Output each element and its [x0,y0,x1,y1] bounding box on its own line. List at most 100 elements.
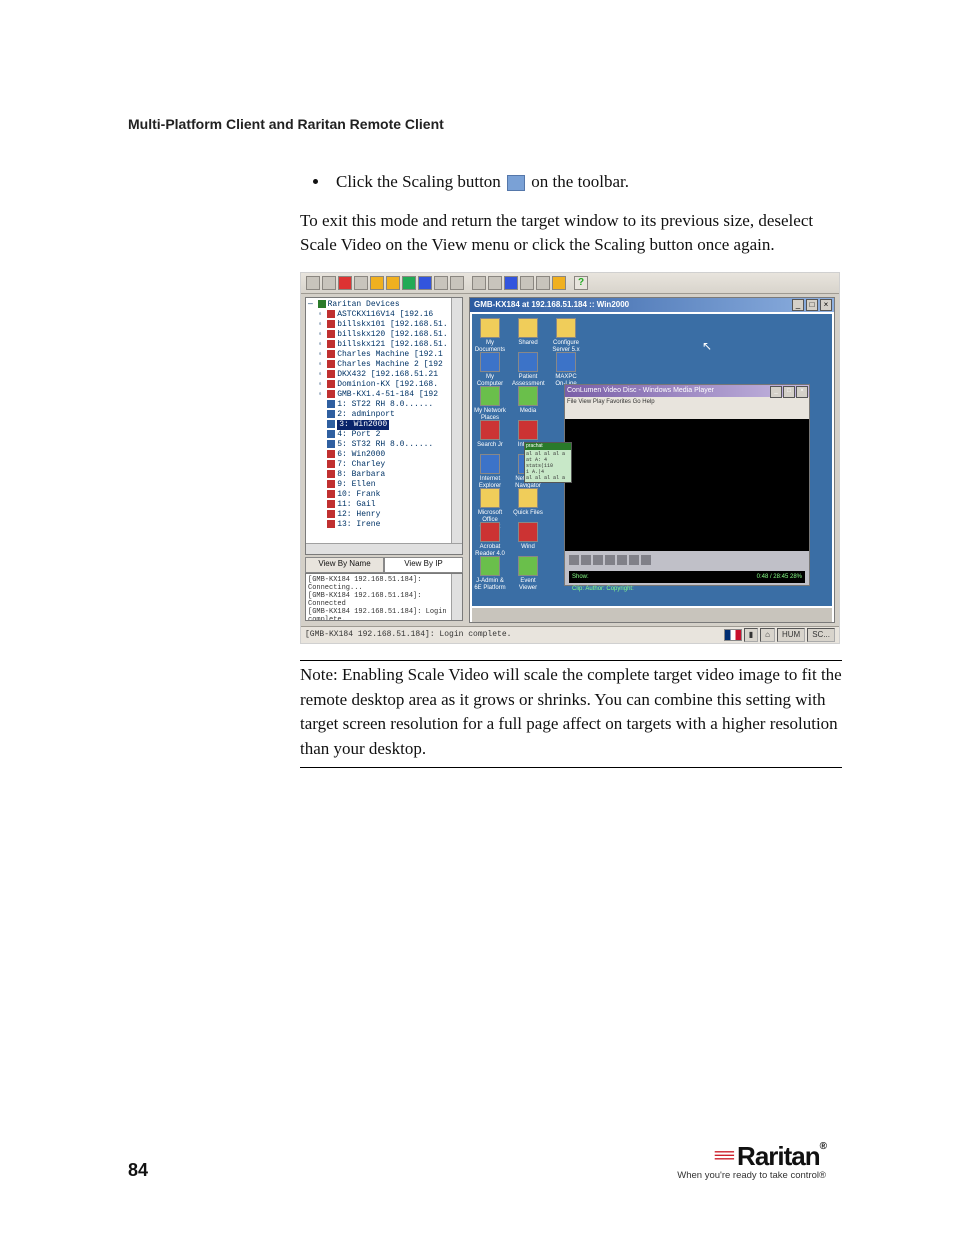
desktop-icon[interactable]: My Network Places [474,386,506,422]
statusbar: [GMB-KX184 192.168.51.184]: Login comple… [301,626,839,643]
help-icon[interactable]: ? [574,276,588,290]
media-player-window[interactable]: ConLumen Video Disc - Windows Media Play… [564,384,810,586]
desktop-icon[interactable]: My Documents [474,318,506,354]
remote-desktop[interactable]: My DocumentsMy ComputerMy Network Places… [472,314,832,606]
app-icon [556,318,576,338]
toolbar-button[interactable] [520,276,534,290]
minimize-icon[interactable]: _ [792,299,804,311]
toolbar-button[interactable] [402,276,416,290]
desktop-icon[interactable]: Quick Files [512,488,544,517]
toolbar-button[interactable] [536,276,550,290]
scrollbar-vertical[interactable] [451,574,462,620]
status-sc: SC... [807,628,835,642]
toolbar-button[interactable] [322,276,336,290]
desktop-icon[interactable]: J-Admin & 6E Platform [474,556,506,592]
paragraph-exit: To exit this mode and return the target … [300,209,842,258]
scrollbar-horizontal[interactable] [306,543,462,554]
toolbar-button[interactable] [370,276,384,290]
device-tree[interactable]: — Raritan Devices ◦ ASTCKX116V14 [192.16… [305,297,463,555]
toolbar-button[interactable] [552,276,566,290]
page-footer: 84 ≡≡ Raritan® When you're ready to take… [128,1141,826,1181]
prev-icon[interactable] [605,555,615,565]
desktop-icon[interactable]: MAXPC On-Line [550,352,582,388]
desktop-icon[interactable]: Patient Assessment [512,352,544,388]
pause-icon[interactable] [581,555,591,565]
media-info-author: Author: [585,586,604,592]
scrollbar-vertical[interactable] [451,298,462,554]
status-message: [GMB-KX184 192.168.51.184]: Login comple… [305,627,511,643]
toolbar-button[interactable] [354,276,368,290]
app-icon [480,522,500,542]
bullet-text-post: on the toolbar. [531,172,629,191]
toolbar-button[interactable] [488,276,502,290]
toolbar-button[interactable] [472,276,486,290]
status-indicator: ▮ [744,628,758,642]
play-icon[interactable] [569,555,579,565]
desktop-icon[interactable]: Media [512,386,544,415]
stop-icon[interactable] [593,555,603,565]
maximize-icon[interactable]: □ [806,299,818,311]
desktop-icon[interactable]: Shared [512,318,544,347]
toolbar-button[interactable] [386,276,400,290]
media-video-area [565,419,809,551]
desktop-icon[interactable]: My Computer [474,352,506,388]
media-menubar[interactable]: File View Play Favorites Go Help [565,397,809,407]
page-number: 84 [128,1160,148,1181]
desktop-icon[interactable]: Configure Server 5.x [550,318,582,354]
next-icon[interactable] [641,555,651,565]
small-window[interactable]: prachat al al al al aat A: 4stats(1101 A… [524,442,572,483]
view-tabs: View By Name View By IP [305,557,463,573]
forward-icon[interactable] [629,555,639,565]
window-titlebar: GMB-KX184 at 192.168.51.184 :: Win2000 ×… [470,298,834,312]
remote-taskbar[interactable] [472,607,832,622]
scaling-icon [507,175,525,191]
maximize-icon[interactable]: □ [783,386,795,398]
media-controls: Show: Clip: Author: Copyright: 0:48 / 28… [565,551,809,585]
small-window-title: prachat [525,443,571,450]
cursor-icon: ↖ [702,340,712,354]
desktop-icon[interactable]: Event Viewer [512,556,544,592]
toolbar-button[interactable] [434,276,448,290]
desktop-icon[interactable]: Acrobat Reader 4.0 [474,522,506,558]
main-content: Click the Scaling button on the toolbar.… [300,170,842,768]
media-info-clip: Clip: [572,586,584,592]
rewind-icon[interactable] [617,555,627,565]
divider [300,767,842,768]
toolbar-button[interactable] [450,276,464,290]
app-screenshot: ? — Raritan Devices ◦ ASTCKX116V14 [192.… [300,272,840,644]
logo-icon: ≡≡ [714,1145,733,1168]
close-icon[interactable]: × [796,386,808,398]
app-icon [518,386,538,406]
bullet-item: Click the Scaling button on the toolbar. [330,170,842,195]
app-icon [480,488,500,508]
toolbar-button[interactable] [418,276,432,290]
desktop-icon[interactable]: Internet Explorer [474,454,506,490]
status-indicator: ⌂ [760,628,775,642]
desktop-icon[interactable]: Wind [512,522,544,551]
toolbar-button[interactable] [504,276,518,290]
app-icon [518,352,538,372]
toolbar-button[interactable] [338,276,352,290]
note-text: Note: Enabling Scale Video will scale th… [300,663,842,762]
app-icon [518,556,538,576]
media-info-time: 0:48 / 28:45 28% [757,571,802,583]
app-icon [480,556,500,576]
app-icon [518,522,538,542]
app-icon [480,420,500,440]
divider [300,660,842,661]
minimize-icon[interactable]: _ [770,386,782,398]
app-icon [518,488,538,508]
desktop-icon[interactable]: Search Jr [474,420,506,449]
close-icon[interactable]: × [820,299,832,311]
logo-tagline: When you're ready to take control® [677,1170,826,1181]
logo-text: Raritan® [737,1141,826,1172]
media-info-show: Show: [572,574,589,580]
app-icon [480,352,500,372]
media-title: ConLumen Video Disc - Windows Media Play… [567,387,714,394]
app-icon [480,318,500,338]
tab-view-by-name[interactable]: View By Name [305,557,384,573]
toolbar-button[interactable] [306,276,320,290]
status-num: HUM [777,628,805,642]
tab-view-by-ip[interactable]: View By IP [384,557,463,573]
brand-logo: ≡≡ Raritan® When you're ready to take co… [677,1141,826,1181]
